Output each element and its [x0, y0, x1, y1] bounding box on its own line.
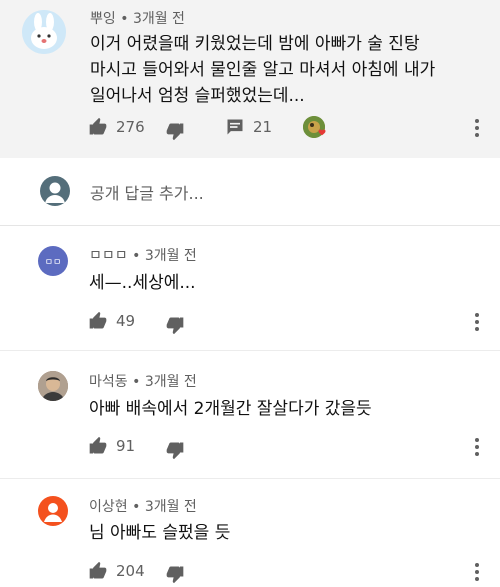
add-reply-bar[interactable]: 공개 답글 추가... — [0, 158, 500, 226]
divider — [0, 478, 500, 479]
like-button[interactable]: 91 — [88, 436, 135, 456]
meta-separator: • — [132, 374, 141, 390]
comment-line: 마시고 들어와서 물인줄 알고 마셔서 아침에 내가 — [90, 60, 436, 80]
avatar[interactable]: ㅁㅁ — [38, 246, 68, 276]
author-name[interactable]: 이상현 — [89, 499, 128, 515]
creator-heart-avatar — [303, 116, 326, 138]
like-count: 49 — [116, 312, 136, 330]
author-name[interactable]: ㅁㅁㅁ — [89, 248, 128, 264]
like-button[interactable]: 276 — [88, 117, 145, 137]
author-name[interactable]: 뿌잉 — [90, 11, 116, 27]
comment-time: 3개월 전 — [144, 374, 197, 390]
like-count: 204 — [116, 562, 145, 580]
comment-text: 아빠 배속에서 2개월간 잘살다가 갔을듯 — [89, 399, 372, 419]
thumbs-up-icon — [89, 561, 107, 579]
thumbs-down-icon — [166, 442, 184, 460]
avatar[interactable] — [38, 496, 68, 526]
highlighted-comment: 뿌잉 • 3개월 전 이거 어렸을때 키웠었는데 밤에 아빠가 술 진탕 마시고… — [0, 0, 500, 158]
author-name[interactable]: 마석동 — [89, 374, 128, 390]
thumbs-down-icon — [166, 317, 184, 335]
thumbs-down-icon — [166, 566, 184, 584]
meta-separator: • — [132, 499, 141, 515]
comment-time: 3개월 전 — [144, 499, 197, 515]
divider — [0, 350, 500, 351]
thumbs-up-icon — [89, 311, 107, 329]
comment-meta: 이상현 • 3개월 전 — [89, 496, 197, 516]
meta-separator: • — [120, 11, 129, 27]
more-options-icon[interactable] — [467, 560, 487, 584]
meta-separator: • — [132, 248, 141, 264]
add-reply-input[interactable]: 공개 답글 추가... — [90, 180, 204, 204]
thumbs-down-icon — [166, 123, 184, 141]
comment-text: 세—..세상에... — [89, 273, 196, 293]
thumbs-up-icon — [89, 117, 107, 135]
dislike-button[interactable] — [165, 121, 185, 141]
avatar[interactable] — [22, 10, 66, 54]
replies-button[interactable]: 21 — [225, 117, 272, 137]
dislike-button[interactable] — [165, 315, 185, 335]
like-count: 91 — [116, 437, 136, 455]
dislike-button[interactable] — [165, 564, 185, 584]
creator-heart-icon — [303, 116, 326, 138]
comment-icon — [227, 119, 243, 135]
user-avatar-icon — [40, 176, 70, 206]
like-button[interactable]: 204 — [88, 561, 145, 581]
comment-meta: ㅁㅁㅁ • 3개월 전 — [89, 245, 197, 265]
reply-count: 21 — [253, 118, 273, 136]
like-button[interactable]: 49 — [88, 311, 135, 331]
person-photo-icon — [38, 371, 68, 401]
more-options-icon[interactable] — [467, 435, 487, 459]
comment-line: 이거 어렸을때 키웠었는데 밤에 아빠가 술 진탕 — [90, 34, 420, 54]
rabbit-avatar-icon — [22, 10, 66, 54]
avatar[interactable] — [38, 371, 68, 401]
more-options-icon[interactable] — [467, 116, 487, 140]
comment-text: 님 아빠도 슬펐을 듯 — [89, 523, 231, 543]
comment-time: 3개월 전 — [132, 11, 185, 27]
comment-meta: 뿌잉 • 3개월 전 — [90, 8, 185, 28]
dislike-button[interactable] — [165, 440, 185, 460]
comment-time: 3개월 전 — [144, 248, 197, 264]
like-count: 276 — [116, 118, 145, 136]
avatar-initials: ㅁㅁ — [44, 257, 62, 268]
comment-meta: 마석동 • 3개월 전 — [89, 371, 197, 391]
comment-text: 이거 어렸을때 키웠었는데 밤에 아빠가 술 진탕 마시고 들어와서 물인줄 알… — [90, 31, 490, 109]
comment-line: 일어나서 엄청 슬퍼했었는데... — [90, 86, 305, 106]
thumbs-up-icon — [89, 436, 107, 454]
more-options-icon[interactable] — [467, 310, 487, 334]
user-avatar-icon — [44, 503, 62, 522]
